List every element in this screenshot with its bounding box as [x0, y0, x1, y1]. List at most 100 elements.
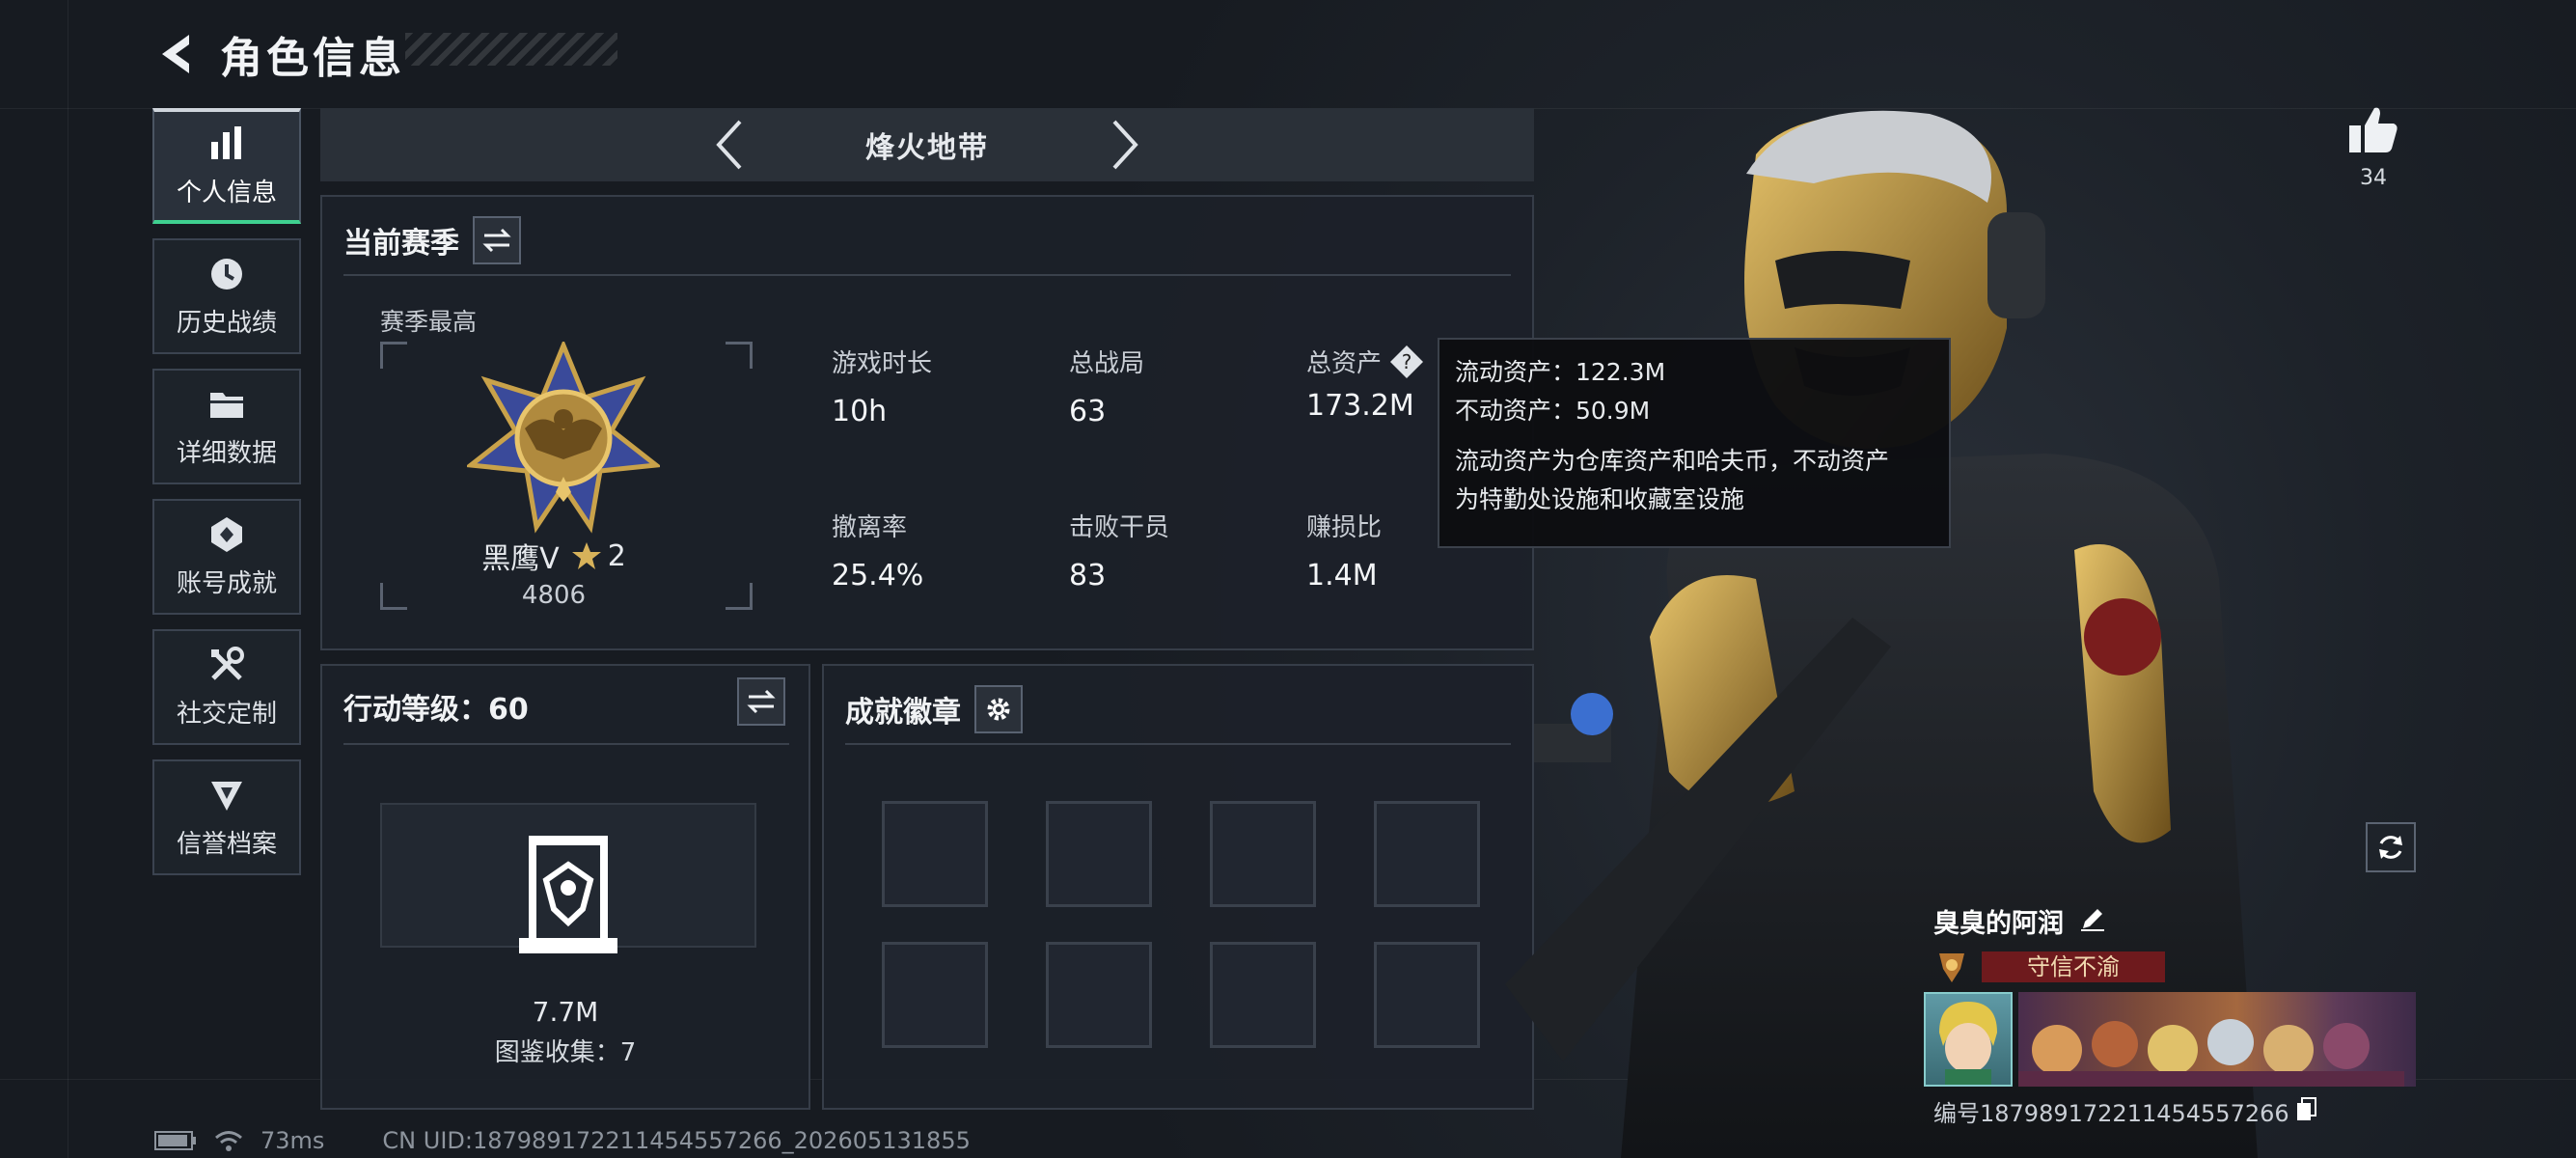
badge-slot[interactable] [1374, 801, 1480, 907]
back-arrow-icon [162, 35, 189, 73]
clock-icon [207, 255, 246, 293]
stat-value: 173.2M [1306, 389, 1414, 423]
rank-badge-icon [464, 339, 663, 538]
grid-line [68, 0, 69, 1158]
status-bar: 73ms CN UID:187989172211454557266_202605… [154, 1127, 971, 1154]
sidebar-item-history[interactable]: 历史战绩 [152, 238, 301, 354]
sidebar-item-label: 信誉档案 [176, 829, 277, 859]
rank-score: 4806 [521, 581, 587, 610]
copy-icon[interactable] [2295, 1096, 2318, 1126]
stat-label: 总战局 [1069, 349, 1145, 378]
action-level-switch-button[interactable] [737, 677, 785, 726]
achievement-badges-panel: 成就徽章 [822, 664, 1534, 1110]
collection-case-icon [515, 832, 621, 961]
profile-cards [1924, 992, 2416, 1087]
player-name: 臭臭的阿润 [1933, 908, 2064, 939]
rank-stars: 2 [607, 538, 626, 573]
action-level-title: 行动等级：60 [343, 693, 529, 727]
sidebar-item-personal-info[interactable]: 个人信息 [152, 108, 301, 224]
stat-value: 10h [832, 395, 888, 428]
action-level-header: 行动等级：60 [343, 685, 529, 728]
help-icon[interactable]: ? [1389, 345, 1424, 379]
badges-header: 成就徽章 [845, 685, 1023, 733]
player-title: 守信不渝 [1982, 951, 2165, 982]
stat-play-time: 游戏时长 10h [832, 344, 932, 428]
frame-corner [380, 583, 407, 610]
thumbs-up-icon [2349, 107, 2398, 152]
mode-selector: 烽火地带 [320, 108, 1534, 181]
tooltip-description-line: 流动资产为仓库资产和哈夫币，不动资产 [1455, 447, 1890, 475]
player-id-row: 编号187989172211454557266 [1924, 1094, 2416, 1128]
swap-icon [747, 689, 776, 714]
divider [845, 743, 1511, 745]
prev-mode-button[interactable] [700, 116, 758, 174]
profile-banner-image[interactable] [2018, 992, 2416, 1087]
badge-slot[interactable] [882, 942, 988, 1048]
sidebar-item-reputation[interactable]: 信誉档案 [152, 759, 301, 875]
achievement-icon [207, 515, 246, 554]
rank-name: 黑鹰Ⅴ [481, 542, 560, 576]
reputation-icon [207, 776, 246, 814]
sidebar: 个人信息 历史战绩 详细数据 账号成就 社交定制 信誉档案 [152, 108, 301, 890]
stat-value: 25.4% [832, 559, 924, 593]
badges-settings-button[interactable] [974, 685, 1023, 733]
badge-slot[interactable] [1046, 942, 1152, 1048]
stat-total-assets: 总资产 ? 173.2M [1306, 344, 1424, 423]
edit-name-icon[interactable] [2079, 905, 2106, 936]
like-button[interactable]: 34 [2344, 104, 2402, 190]
divider [343, 274, 1511, 276]
frame-corner [726, 583, 753, 610]
tools-icon [207, 646, 246, 684]
title-decoration [405, 33, 617, 66]
sidebar-item-detailed-data[interactable]: 详细数据 [152, 369, 301, 484]
player-profile: 臭臭的阿润 守信不渝 编号187989172211454557266 [1924, 897, 2416, 1128]
folder-icon [207, 385, 246, 424]
uid-text: CN UID:187989172211454557266_20260513185… [382, 1127, 971, 1154]
tooltip-liquid-assets: 流动资产：122.3M [1455, 358, 1666, 386]
season-header: 当前赛季 [343, 216, 521, 264]
season-panel: 当前赛季 赛季最高 黑鹰Ⅴ 2 4806 游戏时长 10h 总战局 63 总资产 [320, 195, 1534, 650]
stat-value: 63 [1069, 395, 1107, 428]
next-mode-button[interactable] [1096, 116, 1154, 174]
sidebar-item-label: 个人信息 [176, 178, 277, 207]
badge-slot[interactable] [882, 801, 988, 907]
season-title: 当前赛季 [343, 227, 459, 261]
frame-corner [726, 342, 753, 369]
stat-label: 撤离率 [832, 513, 908, 542]
sidebar-item-label: 社交定制 [176, 699, 277, 729]
rank-row: 黑鹰Ⅴ 2 [409, 535, 699, 577]
stat-kills: 击败干员 83 [1069, 508, 1169, 593]
stat-value: 1.4M [1306, 559, 1378, 593]
header: 角色信息 [154, 25, 405, 83]
collection-value: 7.7M [532, 996, 599, 1028]
season-best-label: 赛季最高 [380, 308, 478, 336]
collection-count: 图鉴收集：7 [494, 1038, 637, 1067]
star-icon [571, 542, 601, 569]
sidebar-item-achievements[interactable]: 账号成就 [152, 499, 301, 615]
stat-value: 83 [1069, 559, 1107, 593]
refresh-button[interactable] [2366, 822, 2416, 872]
stat-extraction-rate: 撤离率 25.4% [832, 508, 923, 593]
sidebar-item-label: 历史战绩 [176, 308, 277, 338]
gear-icon [987, 698, 1010, 721]
title-medal-icon [1935, 950, 1968, 984]
chevron-left-icon [716, 120, 742, 170]
svg-text:?: ? [1402, 350, 1412, 373]
name-row: 臭臭的阿润 [1924, 897, 2416, 944]
action-level-panel: 行动等级：60 7.7M 图鉴收集：7 [320, 664, 810, 1110]
page-title: 角色信息 [220, 34, 405, 83]
back-button[interactable] [154, 25, 199, 83]
sidebar-item-social[interactable]: 社交定制 [152, 629, 301, 745]
stat-profit-ratio: 赚损比 1.4M [1306, 508, 1382, 593]
frame-corner [380, 342, 407, 369]
badge-slot[interactable] [1374, 942, 1480, 1048]
like-count: 34 [2360, 166, 2387, 190]
badges-title: 成就徽章 [845, 696, 961, 730]
battery-icon [154, 1131, 196, 1150]
stat-label: 击败干员 [1069, 513, 1170, 542]
badge-slot[interactable] [1046, 801, 1152, 907]
badge-slot[interactable] [1210, 942, 1316, 1048]
season-switch-button[interactable] [473, 216, 521, 264]
badge-slot[interactable] [1210, 801, 1316, 907]
avatar[interactable] [1924, 992, 2013, 1087]
